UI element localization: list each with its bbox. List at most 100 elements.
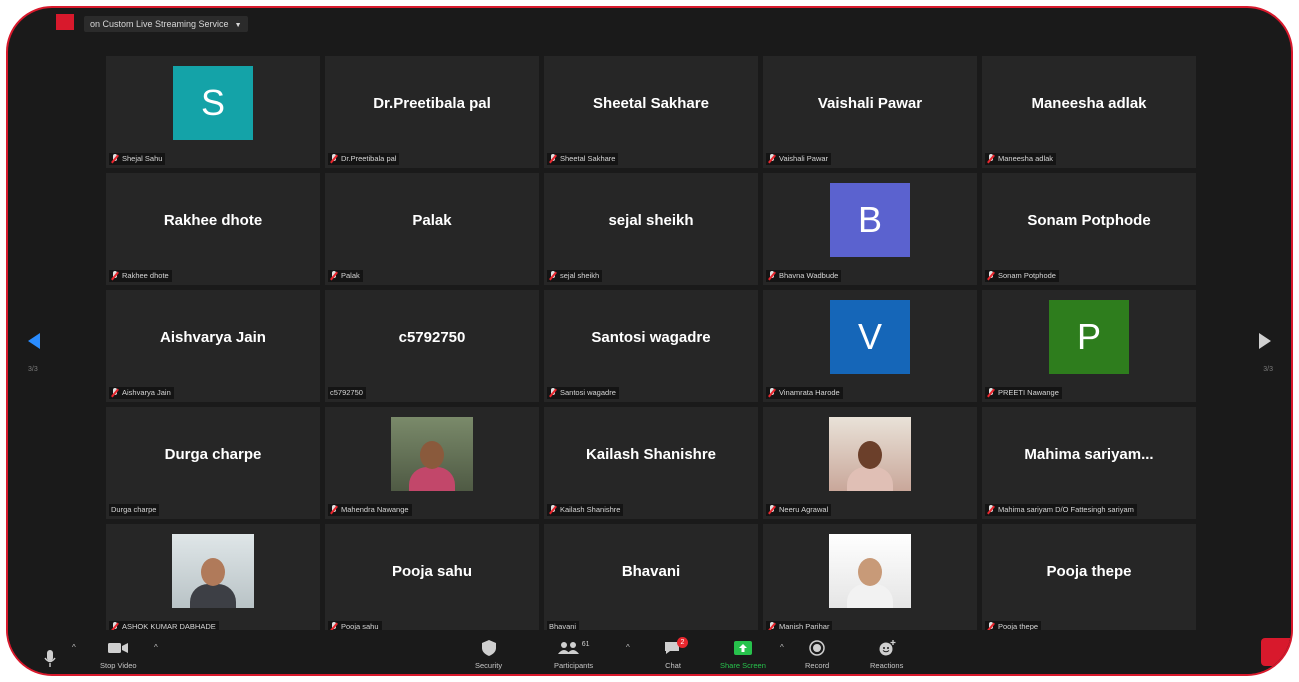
participant-tile[interactable]: Bhavani Bhavani <box>544 524 758 636</box>
participant-display-name: Sheetal Sakhare <box>593 94 709 112</box>
participant-tile[interactable]: Rakhee dhote Rakhee dhote <box>106 173 320 285</box>
share-screen-label: Share Screen <box>720 661 766 670</box>
chat-button[interactable]: 2 Chat <box>664 637 688 670</box>
gallery-view-grid: S Shejal Sahu Dr.Preetibala pal Dr.Preetiba… <box>106 56 1196 636</box>
participant-video-container <box>106 524 320 618</box>
participant-tile[interactable]: S Shejal Sahu <box>106 56 320 168</box>
participants-button[interactable]: 61 Participants <box>554 637 593 671</box>
participant-name-caption: Kailash Shanishre <box>547 504 624 516</box>
participant-name: Sheetal Sakhare <box>560 154 616 163</box>
participant-head-shape <box>420 441 444 469</box>
record-label: Record <box>805 661 830 670</box>
previous-page-arrow-icon[interactable] <box>28 333 40 349</box>
video-options-caret-icon[interactable]: ^ <box>154 643 158 652</box>
participant-name-caption: c5792750 <box>328 387 366 399</box>
participant-display-name: Pooja sahu <box>391 562 473 580</box>
participant-video-container <box>325 407 539 501</box>
participant-tile[interactable]: Pooja sahu Pooja sahu <box>325 524 539 636</box>
participant-head-shape <box>858 558 882 586</box>
microphone-muted-icon <box>330 271 338 281</box>
participant-tile[interactable]: Santosi wagadre Santosi wagadre <box>544 290 758 402</box>
participant-display-name: Durga charpe <box>164 445 262 463</box>
participant-name-caption: sejal sheikh <box>547 270 603 282</box>
participant-tile[interactable]: V Vinamrata Harode <box>763 290 977 402</box>
participant-name-caption: PREETI Nawange <box>985 387 1062 399</box>
record-icon <box>809 640 825 656</box>
stop-video-button[interactable]: Stop Video <box>100 637 137 670</box>
shield-icon <box>481 640 496 656</box>
participant-tile[interactable]: P PREETI Nawange <box>982 290 1196 402</box>
live-service-label: on Custom Live Streaming Service <box>90 19 229 29</box>
participant-display-name: Mahima sariyam... <box>1024 445 1154 463</box>
participant-display-name: c5792750 <box>398 328 466 346</box>
participant-tile[interactable]: Mahendra Nawange <box>325 407 539 519</box>
microphone-muted-icon <box>549 388 557 398</box>
participant-tile[interactable]: Pooja thepe Pooja thepe <box>982 524 1196 636</box>
microphone-muted-icon <box>330 505 338 515</box>
security-button[interactable]: Security <box>475 637 502 670</box>
participant-video-frame <box>172 534 254 608</box>
microphone-muted-icon <box>330 154 338 164</box>
participant-tile[interactable]: ASHOK KUMAR DABHADE <box>106 524 320 636</box>
participant-display-name: Bhavani <box>621 562 681 580</box>
participants-options-caret-icon[interactable]: ^ <box>626 643 630 652</box>
participant-display-name: Vaishali Pawar <box>817 94 923 112</box>
participant-tile[interactable]: Sheetal Sakhare Sheetal Sakhare <box>544 56 758 168</box>
meeting-toolbar: ^ Stop Video ^ Security 61 Participants … <box>8 630 1291 674</box>
end-meeting-button[interactable] <box>1261 638 1291 666</box>
record-button[interactable]: Record <box>805 637 829 670</box>
avatar: B <box>830 183 910 257</box>
participant-tile[interactable]: sejal sheikh sejal sheikh <box>544 173 758 285</box>
share-screen-button[interactable]: Share Screen <box>720 637 766 670</box>
participant-tile[interactable]: Mahima sariyam... Mahima sariyam D/O Fatt… <box>982 407 1196 519</box>
microphone-muted-icon <box>768 271 776 281</box>
participant-tile[interactable]: B Bhavna Wadbude <box>763 173 977 285</box>
participant-tile[interactable]: Manish Parihar <box>763 524 977 636</box>
participant-name-caption: Mahima sariyam D/O Fattesingh sariyam <box>985 504 1137 516</box>
participant-tile[interactable]: Sonam Potphode Sonam Potphode <box>982 173 1196 285</box>
participants-count: 61 <box>581 640 590 648</box>
smiley-plus-icon <box>879 640 896 656</box>
live-indicator <box>56 14 74 30</box>
chat-label: Chat <box>665 661 681 670</box>
next-page-arrow-icon[interactable] <box>1259 333 1271 349</box>
participant-tile[interactable]: Vaishali Pawar Vaishali Pawar <box>763 56 977 168</box>
participant-tile[interactable]: c5792750 c5792750 <box>325 290 539 402</box>
participant-name-caption: Bhavna Wadbude <box>766 270 842 282</box>
audio-options-caret-icon[interactable]: ^ <box>72 643 76 652</box>
participant-name: Palak <box>341 271 360 280</box>
participant-name: Aishvarya Jain <box>122 388 171 397</box>
participant-head-shape <box>858 441 882 469</box>
participant-video-frame <box>391 417 473 491</box>
mute-button[interactable] <box>44 648 56 670</box>
participant-tile[interactable]: Durga charpe Durga charpe <box>106 407 320 519</box>
microphone-muted-icon <box>768 505 776 515</box>
participant-avatar-container: P <box>982 290 1196 384</box>
microphone-muted-icon <box>549 154 557 164</box>
participant-tile[interactable]: Aishvarya Jain Aishvarya Jain <box>106 290 320 402</box>
participant-video-container <box>763 524 977 618</box>
share-options-caret-icon[interactable]: ^ <box>780 643 784 652</box>
participant-tile[interactable]: Dr.Preetibala pal Dr.Preetibala pal <box>325 56 539 168</box>
participant-name: Sonam Potphode <box>998 271 1056 280</box>
participant-name-caption: Santosi wagadre <box>547 387 619 399</box>
participant-tile[interactable]: Maneesha adlak Maneesha adlak <box>982 56 1196 168</box>
participant-name: Vinamrata Harode <box>779 388 840 397</box>
participant-name-caption: Neeru Agrawal <box>766 504 832 516</box>
participant-tile[interactable]: Neeru Agrawal <box>763 407 977 519</box>
participant-name-caption: Vaishali Pawar <box>766 153 832 165</box>
participant-name: Neeru Agrawal <box>779 505 829 514</box>
stop-video-label: Stop Video <box>100 661 137 670</box>
participant-tile[interactable]: Palak Palak <box>325 173 539 285</box>
participant-name: Shejal Sahu <box>122 154 163 163</box>
chevron-down-icon: ▼ <box>234 22 242 29</box>
participant-video-frame <box>829 534 911 608</box>
participant-tile[interactable]: Kailash Shanishre Kailash Shanishre <box>544 407 758 519</box>
top-bar: on Custom Live Streaming Service ▼ <box>8 8 1291 36</box>
reactions-button[interactable]: Reactions <box>870 637 903 670</box>
participant-name: c5792750 <box>330 388 363 397</box>
participant-name: Mahendra Nawange <box>341 505 409 514</box>
live-streaming-dropdown[interactable]: on Custom Live Streaming Service ▼ <box>84 16 248 32</box>
participant-name-caption: Maneesha adlak <box>985 153 1057 165</box>
participant-avatar-container: S <box>106 56 320 150</box>
